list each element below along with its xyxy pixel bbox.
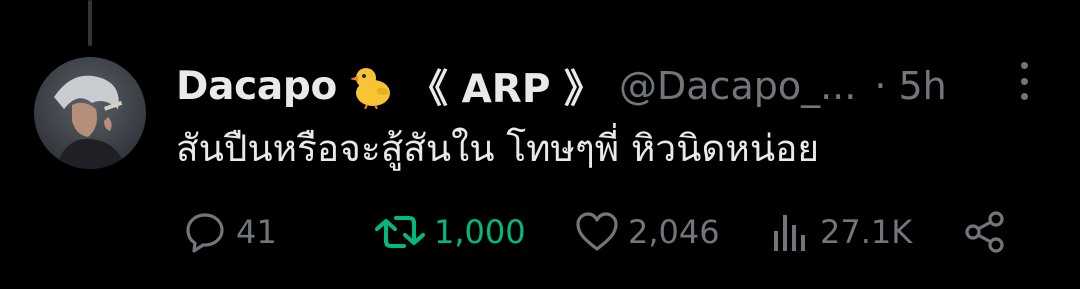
retweet-button[interactable]: 1,000	[374, 205, 526, 259]
more-options-icon[interactable]	[1014, 62, 1034, 100]
reply-button[interactable]: 41	[182, 205, 277, 259]
timestamp[interactable]: · 5h	[874, 64, 946, 108]
like-button[interactable]: 2,046	[574, 205, 720, 259]
tweet-text: สันปืนหรือจะสู้สันใน โทษๆพี่ หิวนิดหน่อย	[176, 127, 820, 170]
views-button[interactable]: 27.1K	[772, 205, 912, 259]
baby-chick-icon	[349, 63, 395, 110]
share-icon	[965, 211, 1004, 253]
display-name[interactable]: Dacapo	[176, 64, 337, 109]
avatar-image	[34, 57, 146, 169]
reply-count: 41	[236, 213, 277, 251]
avatar[interactable]	[34, 57, 146, 169]
tweet-actions-bar: 41 1,000 2,046 27.1K	[0, 205, 1080, 259]
reply-icon	[186, 213, 224, 253]
like-count: 2,046	[628, 213, 720, 251]
user-handle[interactable]: @Dacapo_...	[619, 64, 856, 108]
retweet-icon	[375, 216, 425, 248]
retweet-count: 1,000	[434, 213, 526, 251]
analytics-icon	[774, 215, 805, 251]
thread-connector-line	[88, 0, 92, 46]
display-name-suffix[interactable]: 《 ARP 》	[409, 58, 603, 114]
share-button[interactable]	[962, 205, 1008, 259]
views-count: 27.1K	[820, 213, 913, 251]
heart-icon	[576, 212, 618, 251]
tweet-header: Dacapo 《 ARP 》 @Dacapo_... · 5h	[176, 58, 1046, 114]
